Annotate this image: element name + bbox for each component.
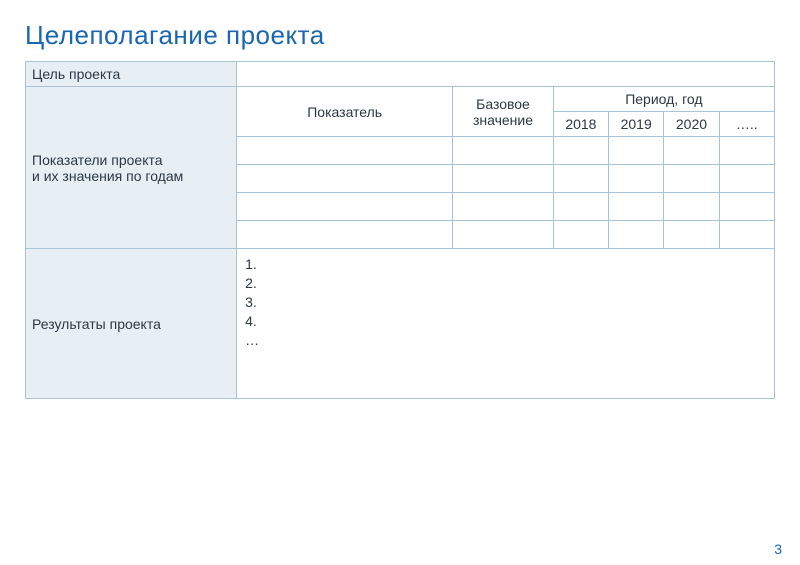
cell-2-3 bbox=[719, 193, 774, 221]
results-label: Результаты проекта bbox=[26, 249, 237, 399]
cell-3-1 bbox=[609, 221, 664, 249]
cell-2-0 bbox=[553, 193, 608, 221]
year-1: 2019 bbox=[609, 112, 664, 137]
period-col-header: Период, год bbox=[553, 87, 774, 112]
goal-value bbox=[237, 62, 775, 87]
cell-base-0 bbox=[453, 137, 554, 165]
row-goal: Цель проекта bbox=[26, 62, 775, 87]
cell-0-3 bbox=[719, 137, 774, 165]
base-col-header: Базовое значение bbox=[453, 87, 554, 137]
indicators-label-text: Показатели проекта и их значения по года… bbox=[32, 152, 183, 184]
indicator-col-header: Показатель bbox=[237, 87, 453, 137]
cell-ind-3 bbox=[237, 221, 453, 249]
slide-title: Целеполагание проекта bbox=[25, 20, 775, 51]
indicator-header-row-1: Показатели проекта и их значения по года… bbox=[26, 87, 775, 112]
indicators-label: Показатели проекта и их значения по года… bbox=[26, 87, 237, 249]
cell-ind-1 bbox=[237, 165, 453, 193]
goal-table: Цель проекта Показатели проекта и их зна… bbox=[25, 61, 775, 399]
cell-3-0 bbox=[553, 221, 608, 249]
cell-1-0 bbox=[553, 165, 608, 193]
cell-1-1 bbox=[609, 165, 664, 193]
results-item-0: 1. bbox=[245, 255, 766, 274]
cell-2-2 bbox=[664, 193, 719, 221]
cell-1-3 bbox=[719, 165, 774, 193]
cell-0-2 bbox=[664, 137, 719, 165]
row-results: Результаты проекта 1. 2. 3. 4. … bbox=[26, 249, 775, 399]
cell-base-2 bbox=[453, 193, 554, 221]
results-value: 1. 2. 3. 4. … bbox=[237, 249, 775, 399]
cell-base-1 bbox=[453, 165, 554, 193]
cell-3-3 bbox=[719, 221, 774, 249]
goal-label: Цель проекта bbox=[26, 62, 237, 87]
cell-ind-2 bbox=[237, 193, 453, 221]
results-item-1: 2. bbox=[245, 274, 766, 293]
page-number: 3 bbox=[774, 541, 782, 557]
cell-1-2 bbox=[664, 165, 719, 193]
cell-2-1 bbox=[609, 193, 664, 221]
year-2: 2020 bbox=[664, 112, 719, 137]
cell-base-3 bbox=[453, 221, 554, 249]
results-item-3: 4. bbox=[245, 312, 766, 331]
cell-0-1 bbox=[609, 137, 664, 165]
cell-ind-0 bbox=[237, 137, 453, 165]
year-3: ….. bbox=[719, 112, 774, 137]
year-0: 2018 bbox=[553, 112, 608, 137]
cell-3-2 bbox=[664, 221, 719, 249]
cell-0-0 bbox=[553, 137, 608, 165]
results-item-4: … bbox=[245, 331, 766, 350]
results-item-2: 3. bbox=[245, 293, 766, 312]
